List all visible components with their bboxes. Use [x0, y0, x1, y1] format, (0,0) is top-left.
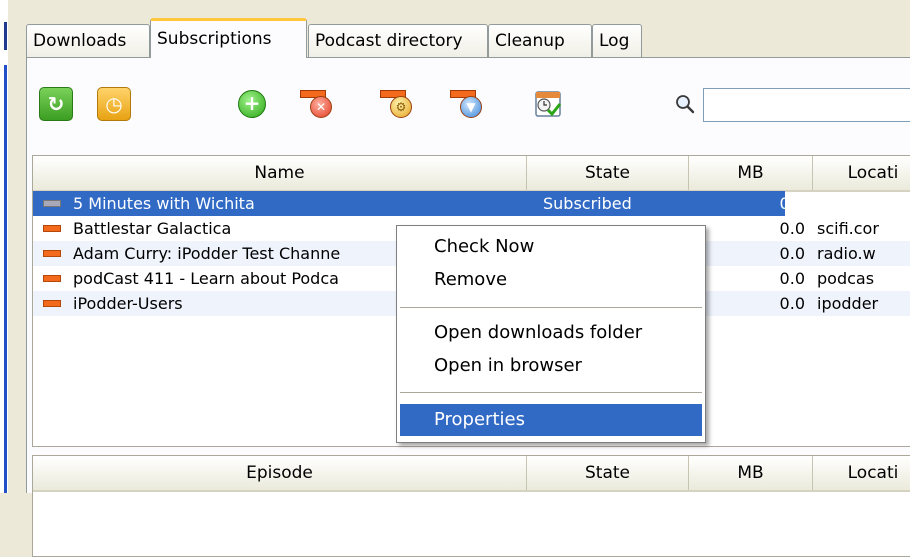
- menu-separator: [400, 392, 702, 393]
- feed-mb: 0.0: [779, 294, 805, 313]
- menu-item-check-now[interactable]: Check Now: [400, 231, 702, 263]
- feed-state: Subscribed: [543, 194, 632, 213]
- feed-location: radio.w: [817, 244, 876, 263]
- feed-location: scifi.cor: [817, 219, 879, 238]
- menu-item-remove[interactable]: Remove: [400, 264, 702, 296]
- feed-icon: [43, 225, 61, 232]
- feed-mb: 0.0: [779, 219, 805, 238]
- catchup-button[interactable]: [527, 83, 569, 125]
- feed-icon: [43, 275, 61, 282]
- menu-item-open-in-browser[interactable]: Open in browser: [400, 350, 702, 382]
- episodes-table: Episode State MB Locati: [32, 455, 910, 557]
- feeds-table-header: Name State MB Locati: [33, 156, 910, 192]
- column-header-episode[interactable]: Episode: [33, 456, 527, 490]
- check-all-icon: ↻: [39, 87, 73, 121]
- feed-properties-button[interactable]: ⚙: [377, 83, 419, 125]
- tab-strip: Downloads Subscriptions Podcast director…: [26, 18, 910, 60]
- add-feed-icon: +: [238, 90, 266, 118]
- menu-item-properties[interactable]: Properties: [400, 404, 702, 436]
- feed-name: 5 Minutes with Wichita: [73, 194, 255, 213]
- check-feed-icon: ▼: [450, 88, 486, 120]
- feed-location: wichitar: [817, 194, 881, 213]
- tab-log[interactable]: Log: [592, 24, 642, 57]
- scheduler-button[interactable]: ◷: [93, 83, 135, 125]
- feed-icon: [43, 300, 61, 307]
- menu-item-open-downloads-folder[interactable]: Open downloads folder: [400, 317, 702, 349]
- episodes-table-header: Episode State MB Locati: [33, 456, 910, 492]
- remove-feed-button[interactable]: ✕: [297, 83, 339, 125]
- column-header-location[interactable]: Locati: [813, 156, 910, 190]
- tab-subscriptions[interactable]: Subscriptions: [150, 18, 307, 58]
- feed-properties-icon: ⚙: [380, 88, 416, 120]
- feed-mb: 0.0: [779, 194, 805, 213]
- column-header-name[interactable]: Name: [33, 156, 527, 190]
- feed-location: ipodder: [817, 294, 879, 313]
- feed-mb: 0.0: [779, 269, 805, 288]
- feed-icon: [43, 200, 61, 207]
- window-edge-bar: [4, 65, 7, 493]
- tab-cleanup[interactable]: Cleanup: [488, 24, 592, 57]
- search-input[interactable]: [703, 88, 910, 122]
- window-edge: [0, 0, 8, 493]
- search-icon: [676, 95, 695, 114]
- column-header-mb[interactable]: MB: [689, 156, 813, 190]
- window-edge-mark: [4, 22, 7, 50]
- add-feed-button[interactable]: +: [231, 83, 273, 125]
- check-feed-button[interactable]: ▼: [447, 83, 489, 125]
- column-header-state[interactable]: State: [527, 156, 689, 190]
- toolbar: ↻ ◷ + ✕ ⚙ ▼: [27, 58, 910, 152]
- menu-separator: [400, 307, 702, 308]
- column-header-mb[interactable]: MB: [689, 456, 813, 490]
- check-all-button[interactable]: ↻: [35, 83, 77, 125]
- tab-podcast-directory[interactable]: Podcast directory: [308, 24, 488, 57]
- column-header-location[interactable]: Locati: [813, 456, 910, 490]
- search-button[interactable]: [665, 88, 705, 120]
- catchup-icon: [532, 88, 564, 120]
- context-menu: Check Now Remove Open downloads folder O…: [396, 225, 706, 443]
- feed-mb: 0.0: [779, 244, 805, 263]
- scheduler-icon: ◷: [97, 87, 131, 121]
- feed-location: podcas: [817, 269, 875, 288]
- remove-feed-icon: ✕: [300, 88, 336, 120]
- table-row[interactable]: 5 Minutes with Wichita Subscribed 0.0 wi…: [33, 191, 881, 216]
- feed-icon: [43, 250, 61, 257]
- column-header-state[interactable]: State: [527, 456, 689, 490]
- tab-downloads[interactable]: Downloads: [26, 24, 150, 57]
